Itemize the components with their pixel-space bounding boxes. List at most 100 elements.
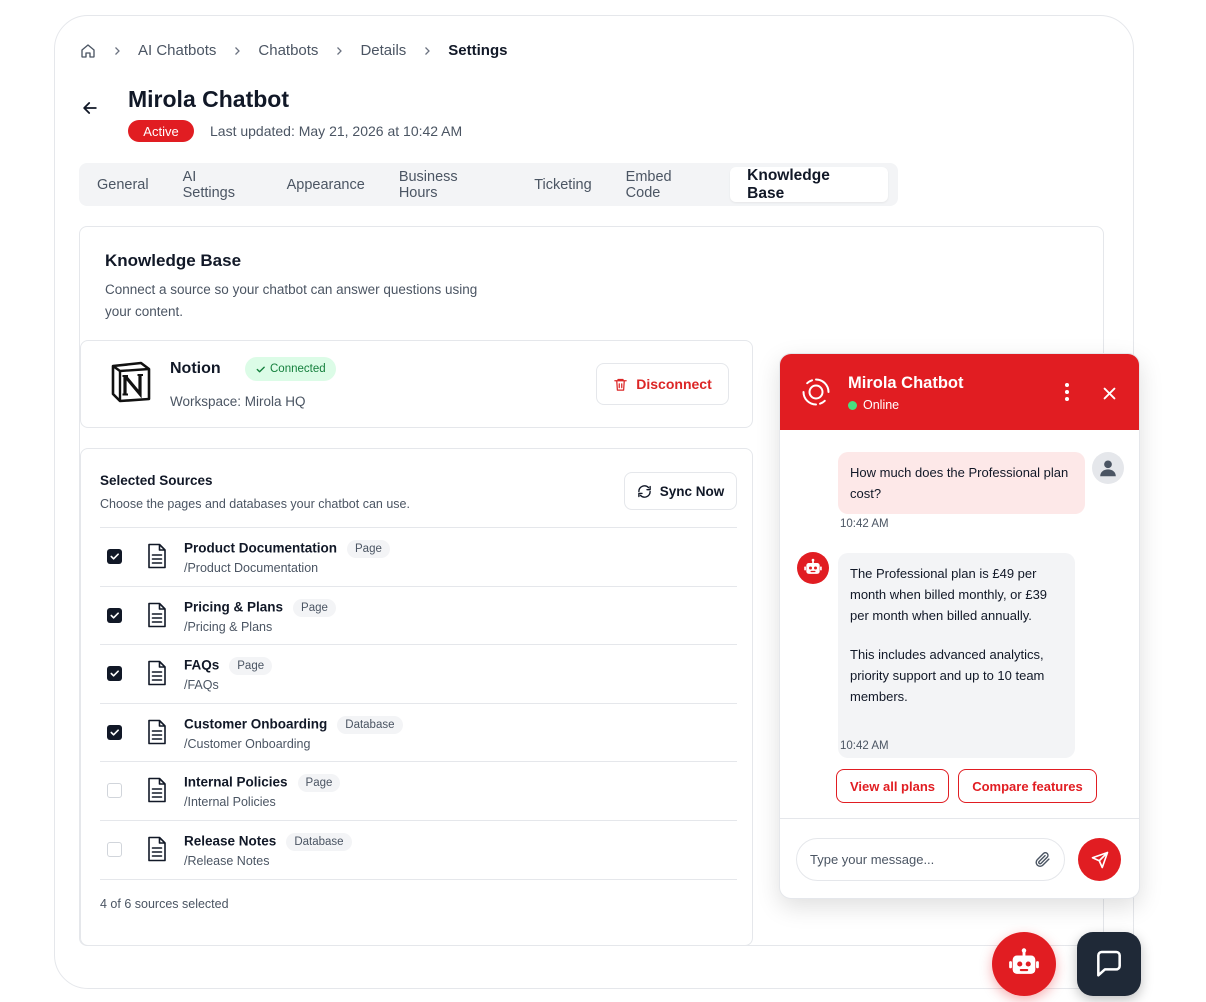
knowledge-base-title: Knowledge Base bbox=[105, 251, 242, 270]
check-icon bbox=[110, 729, 119, 736]
source-path: /FAQs bbox=[184, 678, 219, 693]
source-name-label: FAQs bbox=[184, 657, 220, 673]
source-name: Pricing & Plans Page bbox=[184, 598, 336, 617]
sources-count-text: 4 of 6 sources selected bbox=[100, 897, 229, 911]
compare-features-button[interactable]: Compare features bbox=[958, 769, 1097, 803]
workspace-text: Workspace: Mirola HQ bbox=[170, 394, 306, 409]
user-message: How much does the Professional plan cost… bbox=[838, 452, 1085, 514]
tab-business-hours[interactable]: Business Hours bbox=[385, 167, 514, 202]
tab-general[interactable]: General bbox=[83, 167, 163, 202]
source-row: Internal Policies Page/Internal Policies bbox=[100, 762, 737, 821]
breadcrumb-ai-chatbots[interactable]: AI Chatbots bbox=[138, 42, 216, 59]
page-title: Mirola Chatbot bbox=[128, 86, 289, 112]
chatbot-launcher-button[interactable] bbox=[992, 932, 1056, 996]
connected-label: Connected bbox=[270, 363, 326, 375]
source-row: Customer Onboarding Database/Customer Onb… bbox=[100, 704, 737, 763]
selected-sources-description: Choose the pages and databases your chat… bbox=[100, 497, 410, 511]
trash-icon bbox=[613, 377, 628, 392]
source-checkbox[interactable] bbox=[107, 724, 122, 740]
status-badge: Active bbox=[128, 120, 194, 142]
more-vertical-icon[interactable] bbox=[1056, 380, 1078, 404]
sync-now-label: Sync Now bbox=[659, 483, 725, 499]
tab-ticketing[interactable]: Ticketing bbox=[520, 167, 605, 202]
source-name: Release Notes Database bbox=[184, 832, 352, 851]
tab-embed-code[interactable]: Embed Code bbox=[612, 167, 725, 202]
integration-name: Notion bbox=[170, 360, 221, 377]
view-all-plans-button[interactable]: View all plans bbox=[836, 769, 949, 803]
paperclip-icon[interactable] bbox=[1032, 849, 1052, 869]
message-input[interactable] bbox=[796, 838, 1065, 881]
source-name: FAQs Page bbox=[184, 657, 273, 676]
source-checkbox[interactable] bbox=[107, 666, 122, 682]
breadcrumb-current: Settings bbox=[448, 42, 508, 59]
divider bbox=[780, 818, 1139, 819]
source-row: Product Documentation Page/Product Docume… bbox=[100, 528, 737, 587]
source-type-badge: Page bbox=[347, 540, 390, 558]
user-avatar-icon bbox=[1092, 452, 1124, 484]
document-icon bbox=[147, 719, 167, 750]
tab-ai-settings[interactable]: AI Settings bbox=[169, 167, 267, 202]
check-icon bbox=[110, 553, 119, 560]
disconnect-label: Disconnect bbox=[636, 376, 712, 392]
source-type-badge: Page bbox=[297, 774, 341, 793]
document-icon bbox=[147, 660, 167, 691]
document-icon bbox=[147, 836, 167, 867]
breadcrumb-details[interactable]: Details bbox=[360, 42, 406, 59]
chatbot-logo-icon bbox=[798, 374, 834, 410]
check-icon bbox=[110, 612, 119, 619]
source-checkbox[interactable] bbox=[107, 549, 122, 564]
user-message-time: 10:42 AM bbox=[840, 518, 889, 530]
chat-title: Mirola Chatbot bbox=[848, 374, 964, 392]
connected-badge: Connected bbox=[245, 357, 336, 381]
online-dot-icon bbox=[848, 400, 857, 410]
bot-message-time: 10:42 AM bbox=[840, 740, 889, 752]
chat-status: Online bbox=[848, 398, 899, 412]
source-type-badge: Page bbox=[229, 657, 273, 676]
source-checkbox[interactable] bbox=[107, 783, 122, 799]
source-name-label: Release Notes bbox=[184, 833, 277, 849]
notion-logo-icon bbox=[110, 361, 152, 403]
bot-avatar-icon bbox=[797, 552, 829, 584]
home-icon[interactable] bbox=[80, 43, 96, 59]
check-icon bbox=[110, 670, 119, 677]
document-icon bbox=[147, 543, 167, 574]
chevron-right-icon bbox=[421, 45, 433, 57]
source-type-badge: Page bbox=[293, 598, 336, 617]
disconnect-button[interactable]: Disconnect bbox=[596, 363, 729, 405]
chevron-right-icon bbox=[231, 45, 243, 57]
knowledge-base-description: Connect a source so your chatbot can ans… bbox=[105, 282, 478, 319]
chevron-right-icon bbox=[333, 45, 345, 57]
source-checkbox[interactable] bbox=[107, 607, 122, 623]
chat-launcher-button[interactable] bbox=[1077, 932, 1141, 996]
chevron-right-icon bbox=[111, 45, 123, 57]
bot-message-paragraph: The Professional plan is £49 per month w… bbox=[850, 566, 1048, 623]
check-icon bbox=[255, 364, 266, 375]
document-icon bbox=[147, 777, 167, 808]
source-name: Customer Onboarding Database bbox=[184, 715, 403, 734]
robot-icon bbox=[1009, 948, 1039, 974]
refresh-icon bbox=[637, 484, 652, 499]
source-name: Internal Policies Page bbox=[184, 774, 341, 793]
bot-message-paragraph: This includes advanced analytics, priori… bbox=[850, 647, 1045, 704]
document-icon bbox=[147, 602, 167, 633]
source-name-label: Internal Policies bbox=[184, 774, 288, 790]
breadcrumb-chatbots[interactable]: Chatbots bbox=[258, 42, 318, 59]
close-icon[interactable] bbox=[1098, 382, 1120, 404]
tab-appearance[interactable]: Appearance bbox=[273, 167, 379, 202]
source-name-label: Pricing & Plans bbox=[184, 599, 284, 615]
chat-widget: Mirola Chatbot Online How much does the … bbox=[779, 353, 1140, 899]
send-button[interactable] bbox=[1078, 838, 1121, 881]
source-checkbox[interactable] bbox=[107, 841, 122, 857]
source-path: /Product Documentation bbox=[184, 561, 319, 575]
source-name-label: Customer Onboarding bbox=[184, 716, 328, 732]
source-row: FAQs Page/FAQs bbox=[100, 645, 737, 704]
last-updated-text: Last updated: May 21, 2026 at 10:42 AM bbox=[210, 123, 463, 139]
settings-tabs: General AI Settings Appearance Business … bbox=[79, 163, 898, 206]
source-name: Product Documentation Page bbox=[184, 540, 390, 558]
source-path: /Internal Policies bbox=[184, 795, 276, 810]
back-arrow-icon[interactable] bbox=[78, 96, 102, 120]
message-square-icon bbox=[1097, 950, 1121, 977]
sync-now-button[interactable]: Sync Now bbox=[624, 472, 737, 510]
source-path: /Customer Onboarding bbox=[184, 736, 311, 751]
tab-knowledge-base[interactable]: Knowledge Base bbox=[730, 167, 888, 202]
